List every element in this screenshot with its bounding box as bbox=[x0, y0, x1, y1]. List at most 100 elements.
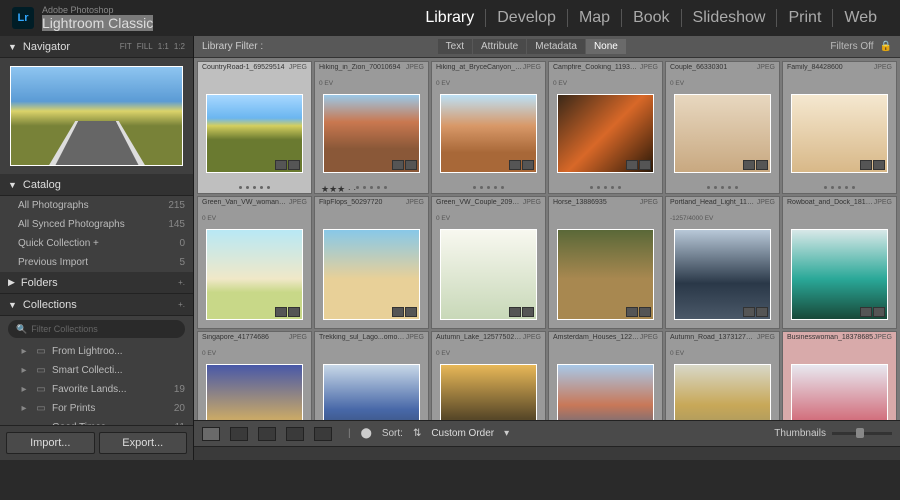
grid-cell[interactable]: Singapore_41774686JPEG0 EV bbox=[197, 331, 312, 420]
badge-icon[interactable] bbox=[756, 307, 768, 317]
plus-icon[interactable]: +. bbox=[178, 300, 185, 309]
export-button[interactable]: Export... bbox=[99, 432, 188, 454]
sort-direction-icon[interactable]: ⇅ bbox=[413, 428, 421, 439]
thumbnail-image[interactable] bbox=[440, 229, 537, 320]
view-grid-button[interactable] bbox=[202, 427, 220, 441]
badge-icon[interactable] bbox=[509, 160, 521, 170]
grid-cell[interactable]: Family_84428600JPEG bbox=[782, 61, 897, 194]
collection-item[interactable]: ▸▭Good Times11 bbox=[0, 418, 193, 425]
grid-cell[interactable]: Horse_13886935JPEG bbox=[548, 196, 663, 329]
grid-cell[interactable]: CountryRoad-1_69529514JPEG bbox=[197, 61, 312, 194]
badge-icon[interactable] bbox=[405, 307, 417, 317]
badge-icon[interactable] bbox=[873, 160, 885, 170]
thumbnail-image[interactable] bbox=[323, 94, 420, 173]
nav-mode[interactable]: 1:1 bbox=[158, 42, 169, 51]
module-tab-develop[interactable]: Develop bbox=[486, 9, 568, 27]
view-compare-button[interactable] bbox=[258, 427, 276, 441]
grid-cell[interactable]: FlipFlops_50297720JPEG bbox=[314, 196, 429, 329]
module-tab-web[interactable]: Web bbox=[833, 9, 888, 27]
import-button[interactable]: Import... bbox=[6, 432, 95, 454]
badge-icon[interactable] bbox=[743, 307, 755, 317]
badge-icon[interactable] bbox=[509, 307, 521, 317]
badge-icon[interactable] bbox=[626, 307, 638, 317]
filter-seg-attribute[interactable]: Attribute bbox=[473, 39, 526, 54]
badge-icon[interactable] bbox=[392, 160, 404, 170]
folders-header[interactable]: ▶ Folders +. bbox=[0, 272, 193, 294]
nav-mode[interactable]: FIT bbox=[120, 42, 132, 51]
disclosure-triangle-icon[interactable]: ▸ bbox=[18, 365, 30, 376]
badge-icon[interactable] bbox=[522, 307, 534, 317]
thumbnail-image[interactable] bbox=[674, 229, 771, 320]
grid-cell[interactable]: Autumn_Lake_125775022-2JPEG0 EV bbox=[431, 331, 546, 420]
badge-icon[interactable] bbox=[639, 160, 651, 170]
thumbnail-image[interactable] bbox=[557, 229, 654, 320]
module-tab-slideshow[interactable]: Slideshow bbox=[682, 9, 778, 27]
badge-icon[interactable] bbox=[756, 160, 768, 170]
thumbnail-image[interactable] bbox=[206, 229, 303, 320]
thumbnail-image[interactable] bbox=[323, 364, 420, 420]
thumbnail-image[interactable] bbox=[557, 94, 654, 173]
grid-cell[interactable]: Campfire_Cooking_119320839JPEG0 EV bbox=[548, 61, 663, 194]
thumbnail-image[interactable] bbox=[791, 229, 888, 320]
nav-mode[interactable]: FILL bbox=[137, 42, 153, 51]
grid-cell[interactable]: Portland_Head_Light_11260042JPEG-1257/40… bbox=[665, 196, 780, 329]
filters-off-label[interactable]: Filters Off bbox=[800, 41, 873, 52]
sort-value[interactable]: Custom Order bbox=[431, 428, 494, 439]
chevron-down-icon[interactable]: ▾ bbox=[504, 428, 509, 439]
badge-icon[interactable] bbox=[860, 160, 872, 170]
disclosure-triangle-icon[interactable]: ▼ bbox=[8, 180, 17, 190]
grid-cell[interactable]: Hiking_in_Zion_70010694JPEG0 EV★★★ · · bbox=[314, 61, 429, 194]
thumbnail-image[interactable] bbox=[323, 229, 420, 320]
thumbnail-size-slider[interactable] bbox=[832, 432, 892, 435]
grid-cell[interactable]: Hiking_at_BryceCanyon_211015870JPEG0 EV bbox=[431, 61, 546, 194]
thumbnail-image[interactable] bbox=[206, 94, 303, 173]
collection-item[interactable]: ▸▭Smart Collecti... bbox=[0, 361, 193, 380]
collection-item[interactable]: ▸▭Favorite Lands...19 bbox=[0, 380, 193, 399]
thumbnail-image[interactable] bbox=[206, 364, 303, 420]
badge-icon[interactable] bbox=[639, 307, 651, 317]
lock-icon[interactable]: 🔒 bbox=[880, 41, 892, 52]
thumbnail-image[interactable] bbox=[674, 364, 771, 420]
painter-icon[interactable]: ⬤ bbox=[361, 428, 372, 439]
disclosure-triangle-icon[interactable]: ▸ bbox=[18, 403, 30, 414]
module-tab-book[interactable]: Book bbox=[622, 9, 681, 27]
catalog-item[interactable]: All Synced Photographs145 bbox=[0, 215, 193, 234]
filter-seg-metadata[interactable]: Metadata bbox=[527, 39, 585, 54]
navigator-preview[interactable] bbox=[10, 66, 183, 166]
thumbnail-image[interactable] bbox=[440, 364, 537, 420]
grid-cell[interactable]: Amsterdam_Houses_122940375JPEG bbox=[548, 331, 663, 420]
badge-icon[interactable] bbox=[288, 307, 300, 317]
module-tab-print[interactable]: Print bbox=[777, 9, 833, 27]
module-tab-library[interactable]: Library bbox=[414, 9, 486, 27]
plus-icon[interactable]: +. bbox=[178, 278, 185, 287]
badge-icon[interactable] bbox=[626, 160, 638, 170]
module-tab-map[interactable]: Map bbox=[568, 9, 622, 27]
badge-icon[interactable] bbox=[860, 307, 872, 317]
disclosure-triangle-icon[interactable]: ▶ bbox=[8, 277, 15, 288]
navigator-modes[interactable]: FIT FILL 1:1 1:2 bbox=[120, 42, 185, 51]
grid-cell[interactable]: Green_VW_Couple_2096894493JPEG0 EV bbox=[431, 196, 546, 329]
badge-icon[interactable] bbox=[392, 307, 404, 317]
collections-header[interactable]: ▼ Collections +. bbox=[0, 294, 193, 316]
disclosure-triangle-icon[interactable]: ▸ bbox=[18, 346, 30, 357]
thumbnail-image[interactable] bbox=[440, 94, 537, 173]
navigator-header[interactable]: ▼ Navigator FIT FILL 1:1 1:2 bbox=[0, 36, 193, 58]
disclosure-triangle-icon[interactable]: ▼ bbox=[8, 300, 17, 310]
badge-icon[interactable] bbox=[522, 160, 534, 170]
badge-icon[interactable] bbox=[873, 307, 885, 317]
collection-item[interactable]: ▸▭From Lightroo... bbox=[0, 342, 193, 361]
thumbnail-grid[interactable]: CountryRoad-1_69529514JPEGHiking_in_Zion… bbox=[194, 58, 900, 420]
view-people-button[interactable] bbox=[314, 427, 332, 441]
thumbnail-image[interactable] bbox=[791, 94, 888, 173]
catalog-item[interactable]: Quick Collection +0 bbox=[0, 234, 193, 253]
grid-cell[interactable]: Autumn_Road_137312700-2JPEG0 EV bbox=[665, 331, 780, 420]
view-survey-button[interactable] bbox=[286, 427, 304, 441]
badge-icon[interactable] bbox=[275, 307, 287, 317]
badge-icon[interactable] bbox=[275, 160, 287, 170]
disclosure-triangle-icon[interactable]: ▼ bbox=[8, 42, 17, 52]
grid-cell[interactable]: Trekking_sul_Lago...omo_19394354JPEG bbox=[314, 331, 429, 420]
nav-mode[interactable]: 1:2 bbox=[174, 42, 185, 51]
filmstrip[interactable] bbox=[194, 446, 900, 460]
grid-cell[interactable]: Rowboat_and_Dock_181331006JPEG bbox=[782, 196, 897, 329]
collections-search[interactable]: 🔍 Filter Collections bbox=[8, 320, 185, 338]
